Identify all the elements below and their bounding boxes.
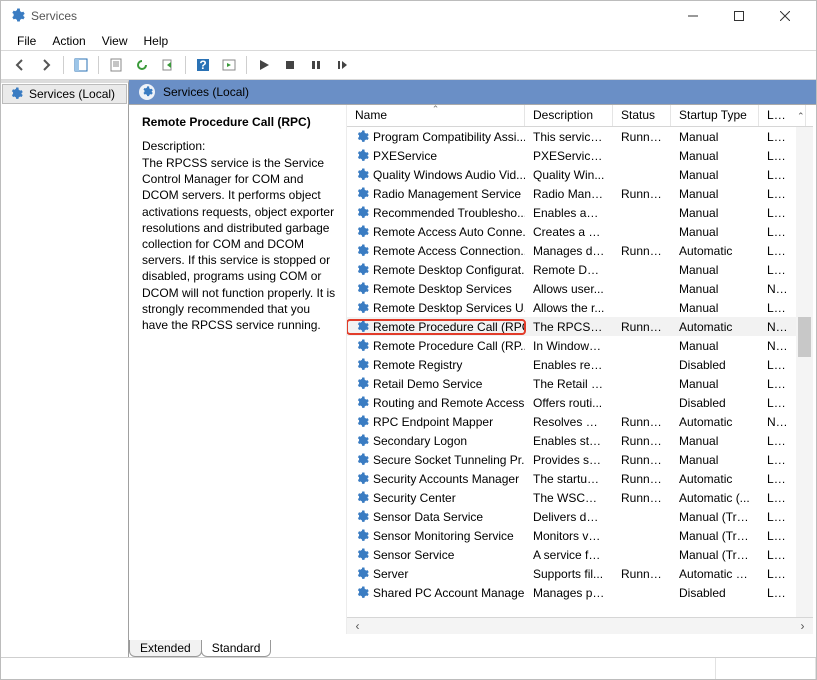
menubar: File Action View Help	[1, 31, 816, 50]
description-pane: Remote Procedure Call (RPC) Description:…	[132, 105, 346, 634]
table-row[interactable]: Remote Procedure Call (RPC)The RPCSS s..…	[347, 317, 813, 336]
table-row[interactable]: Remote Access Connection...Manages di...…	[347, 241, 813, 260]
right-body: Remote Procedure Call (RPC) Description:…	[129, 105, 816, 637]
column-status[interactable]: Status	[613, 105, 671, 126]
minimize-button[interactable]	[670, 1, 716, 31]
bottom-tabs: Extended Standard	[129, 637, 816, 657]
tab-standard[interactable]: Standard	[201, 640, 272, 657]
table-row[interactable]: Security Accounts ManagerThe startup ...…	[347, 469, 813, 488]
table-row[interactable]: Recommended Troublesho...Enables aut...M…	[347, 203, 813, 222]
app-icon	[9, 8, 25, 24]
pause-service-button[interactable]	[305, 54, 327, 76]
table-row[interactable]: Remote Procedure Call (RP...In Windows..…	[347, 336, 813, 355]
tree-node-label: Services (Local)	[29, 87, 115, 101]
selected-service-title: Remote Procedure Call (RPC)	[142, 115, 336, 129]
menu-help[interactable]: Help	[136, 34, 177, 48]
table-row[interactable]: Quality Windows Audio Vid...Quality Win.…	[347, 165, 813, 184]
tab-extended[interactable]: Extended	[129, 640, 202, 657]
refresh-button[interactable]	[131, 54, 153, 76]
close-button[interactable]	[762, 1, 808, 31]
window-title: Services	[31, 9, 670, 23]
table-row[interactable]: PXEServicePXEService ...ManualLoca	[347, 146, 813, 165]
start-service-button[interactable]	[253, 54, 275, 76]
column-description[interactable]: Description	[525, 105, 613, 126]
scroll-right-icon[interactable]: ›	[794, 619, 811, 633]
show-hide-tree-button[interactable]	[70, 54, 92, 76]
restart-service-button[interactable]	[331, 54, 353, 76]
table-row[interactable]: Security CenterThe WSCSV...RunningAutoma…	[347, 488, 813, 507]
maximize-button[interactable]	[716, 1, 762, 31]
table-row[interactable]: Program Compatibility Assi...This servic…	[347, 127, 813, 146]
right-pane: Services (Local) Remote Procedure Call (…	[129, 80, 816, 657]
title-bar: Services	[1, 1, 816, 31]
table-row[interactable]: ServerSupports fil...RunningAutomatic (T…	[347, 564, 813, 583]
help-button[interactable]: ?	[192, 54, 214, 76]
right-pane-header: Services (Local)	[129, 80, 816, 105]
column-name[interactable]: Name⌃	[347, 105, 525, 126]
scroll-up-button[interactable]: ⌃	[789, 105, 806, 126]
svg-text:?: ?	[199, 58, 206, 72]
table-row[interactable]: Retail Demo ServiceThe Retail D...Manual…	[347, 374, 813, 393]
description-text: The RPCSS service is the Service Control…	[142, 155, 336, 333]
table-row[interactable]: Sensor ServiceA service fo...Manual (Tri…	[347, 545, 813, 564]
column-logon-as[interactable]: Log	[759, 105, 789, 126]
table-row[interactable]: Remote Desktop Configurat...Remote Des..…	[347, 260, 813, 279]
table-row[interactable]: Secondary LogonEnables star...RunningMan…	[347, 431, 813, 450]
scroll-left-icon[interactable]: ‹	[349, 619, 366, 633]
scrollbar-thumb[interactable]	[798, 317, 811, 357]
table-row[interactable]: Remote RegistryEnables rem...DisabledLoc…	[347, 355, 813, 374]
table-row[interactable]: Shared PC Account ManagerManages pr...Di…	[347, 583, 813, 602]
table-row[interactable]: Sensor Data ServiceDelivers dat...Manual…	[347, 507, 813, 526]
service-rows: Program Compatibility Assi...This servic…	[347, 127, 813, 617]
table-row[interactable]: RPC Endpoint MapperResolves RP...Running…	[347, 412, 813, 431]
menu-action[interactable]: Action	[44, 34, 93, 48]
services-list: Name⌃ Description Status Startup Type Lo…	[346, 105, 813, 634]
sort-asc-icon: ⌃	[432, 105, 440, 115]
table-row[interactable]: Secure Socket Tunneling Pr...Provides su…	[347, 450, 813, 469]
back-button[interactable]	[9, 54, 31, 76]
table-row[interactable]: Remote Access Auto Conne...Creates a co.…	[347, 222, 813, 241]
properties-button[interactable]	[105, 54, 127, 76]
table-row[interactable]: Radio Management ServiceRadio Mana...Run…	[347, 184, 813, 203]
right-pane-title: Services (Local)	[163, 85, 249, 99]
forward-button[interactable]	[35, 54, 57, 76]
stop-service-button[interactable]	[279, 54, 301, 76]
description-label: Description:	[142, 139, 336, 153]
column-headers: Name⌃ Description Status Startup Type Lo…	[347, 105, 813, 127]
table-row[interactable]: Remote Desktop Services U...Allows the r…	[347, 298, 813, 317]
table-row[interactable]: Routing and Remote AccessOffers routi...…	[347, 393, 813, 412]
action-button[interactable]	[218, 54, 240, 76]
toolbar: ?	[1, 50, 816, 80]
menu-file[interactable]: File	[9, 34, 44, 48]
status-bar	[1, 657, 816, 679]
vertical-scrollbar[interactable]	[796, 127, 813, 617]
horizontal-scrollbar[interactable]: ‹ ›	[347, 617, 813, 634]
export-button[interactable]	[157, 54, 179, 76]
gear-icon	[139, 84, 155, 100]
column-startup-type[interactable]: Startup Type	[671, 105, 759, 126]
main-split: Services (Local) Services (Local) Remote…	[1, 80, 816, 657]
table-row[interactable]: Sensor Monitoring ServiceMonitors va...M…	[347, 526, 813, 545]
tree-pane: Services (Local)	[1, 80, 129, 657]
table-row[interactable]: Remote Desktop ServicesAllows user...Man…	[347, 279, 813, 298]
tree-node-services-local[interactable]: Services (Local)	[2, 84, 127, 104]
menu-view[interactable]: View	[94, 34, 136, 48]
